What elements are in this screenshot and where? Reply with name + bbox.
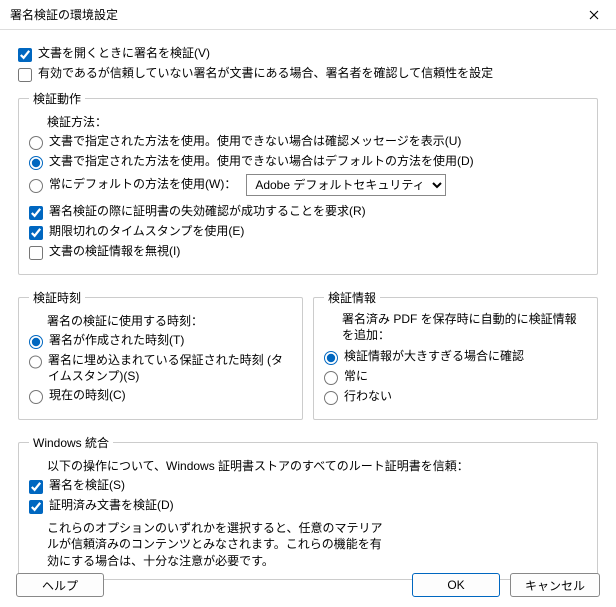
time-created-label: 署名が作成された時刻(T) <box>49 333 184 349</box>
time-created-radio[interactable] <box>29 335 43 349</box>
win-verify-sig-label: 署名を検証(S) <box>49 478 125 494</box>
expired-ts-checkbox[interactable] <box>29 226 43 240</box>
ok-button[interactable]: OK <box>412 573 500 597</box>
time-group: 検証時刻 署名の検証に使用する時刻： 署名が作成された時刻(T) 署名に埋め込ま… <box>18 289 303 420</box>
verify-on-open-label: 文書を開くときに署名を検証(V) <box>38 46 210 62</box>
windows-group: Windows 統合 以下の操作について、Windows 証明書ストアのすべての… <box>18 434 598 580</box>
revocation-label: 署名検証の際に証明書の失効確認が成功することを要求(R) <box>49 204 366 220</box>
trust-unknown-checkbox[interactable] <box>18 68 32 82</box>
win-verify-sig-checkbox[interactable] <box>29 480 43 494</box>
time-embedded-label: 署名に埋め込まれている保証された時刻 (タイムスタンプ)(S) <box>48 353 292 384</box>
time-current-radio[interactable] <box>29 390 43 404</box>
close-icon <box>589 10 599 20</box>
help-button[interactable]: ヘルプ <box>16 573 104 597</box>
method-doc-confirm-label: 文書で指定された方法を使用。使用できない場合は確認メッセージを表示(U) <box>49 134 461 150</box>
win-verify-doc-label: 証明済み文書を検証(D) <box>49 498 174 514</box>
ignore-info-label: 文書の検証情報を無視(I) <box>49 244 180 260</box>
info-never-radio[interactable] <box>324 391 338 405</box>
windows-legend: Windows 統合 <box>29 434 113 451</box>
expired-ts-label: 期限切れのタイムスタンプを使用(E) <box>49 224 244 240</box>
ignore-info-checkbox[interactable] <box>29 246 43 260</box>
time-label: 署名の検証に使用する時刻： <box>47 312 292 329</box>
trust-unknown-label: 有効であるが信頼していない署名が文書にある場合、署名者を確認して信頼性を設定 <box>38 66 493 82</box>
info-always-label: 常に <box>344 369 368 385</box>
time-legend: 検証時刻 <box>29 289 85 306</box>
default-method-select[interactable]: Adobe デフォルトセキュリティ <box>246 174 446 196</box>
windows-hint: これらのオプションのいずれかを選択すると、任意のマテリアルが信頼済みのコンテンツ… <box>47 520 387 569</box>
revocation-checkbox[interactable] <box>29 206 43 220</box>
method-always-default-radio[interactable] <box>29 179 43 193</box>
method-label: 検証方法： <box>47 113 587 130</box>
info-never-label: 行わない <box>344 389 392 405</box>
time-embedded-radio[interactable] <box>29 355 42 369</box>
win-verify-doc-checkbox[interactable] <box>29 500 43 514</box>
windows-label: 以下の操作について、Windows 証明書ストアのすべてのルート証明書を信頼： <box>47 457 587 474</box>
info-confirm-label: 検証情報が大きすぎる場合に確認 <box>344 349 524 365</box>
info-legend: 検証情報 <box>324 289 380 306</box>
info-confirm-radio[interactable] <box>324 351 338 365</box>
info-label: 署名済み PDF を保存時に自動的に検証情報を追加： <box>342 312 587 343</box>
method-always-default-label: 常にデフォルトの方法を使用(W)： <box>49 177 236 193</box>
time-current-label: 現在の時刻(C) <box>49 388 126 404</box>
title: 署名検証の環境設定 <box>10 6 118 23</box>
close-button[interactable] <box>572 0 616 30</box>
info-always-radio[interactable] <box>324 371 338 385</box>
behavior-legend: 検証動作 <box>29 90 85 107</box>
method-doc-default-label: 文書で指定された方法を使用。使用できない場合はデフォルトの方法を使用(D) <box>49 154 474 170</box>
info-group: 検証情報 署名済み PDF を保存時に自動的に検証情報を追加： 検証情報が大きす… <box>313 289 598 420</box>
cancel-button[interactable]: キャンセル <box>510 573 600 597</box>
method-doc-default-radio[interactable] <box>29 156 43 170</box>
method-doc-confirm-radio[interactable] <box>29 136 43 150</box>
verify-on-open-checkbox[interactable] <box>18 48 32 62</box>
behavior-group: 検証動作 検証方法： 文書で指定された方法を使用。使用できない場合は確認メッセー… <box>18 90 598 275</box>
